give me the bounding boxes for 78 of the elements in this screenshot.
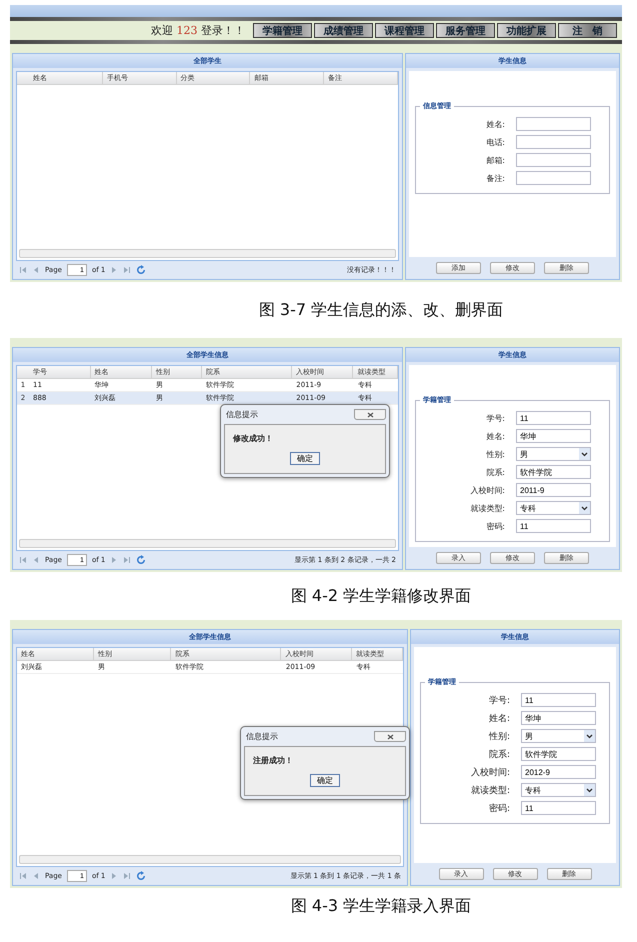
nav-button[interactable]: 服务管理 — [436, 23, 495, 38]
next-page-icon[interactable] — [110, 266, 118, 274]
field-label: 姓名: — [488, 712, 511, 724]
input-field[interactable]: 11 — [516, 519, 591, 533]
ok-button[interactable]: 确定 — [310, 774, 340, 787]
field-label: 姓名: — [485, 430, 506, 442]
chevron-down-icon — [579, 502, 590, 514]
field-label: 邮箱: — [485, 154, 506, 166]
first-page-icon[interactable] — [19, 266, 27, 274]
chevron-down-icon — [584, 784, 595, 796]
dialog-message: 修改成功！ — [233, 433, 274, 444]
next-page-icon[interactable] — [110, 872, 118, 880]
nav-button[interactable]: 注 销 — [558, 23, 617, 38]
ok-button[interactable]: 确定 — [290, 452, 320, 465]
last-page-icon[interactable] — [123, 556, 132, 564]
input-field[interactable]: 11 — [516, 411, 591, 425]
field-label: 学号: — [488, 694, 511, 706]
nav-button[interactable]: 课程管理 — [375, 23, 434, 38]
chevron-down-icon — [584, 730, 595, 742]
refresh-icon[interactable] — [136, 555, 146, 565]
horizontal-scrollbar[interactable] — [19, 249, 396, 258]
chevron-down-icon — [579, 448, 590, 460]
close-button[interactable] — [354, 409, 386, 420]
dialog-message: 注册成功！ — [253, 755, 294, 766]
close-icon — [366, 412, 374, 418]
field-label: 备注: — [485, 172, 506, 184]
welcome-text: 欢迎 123 登录！！ — [151, 23, 245, 38]
previous-page-icon[interactable] — [32, 556, 40, 564]
input-field[interactable]: 华坤 — [521, 711, 596, 725]
horizontal-scrollbar[interactable] — [19, 539, 396, 548]
field-label: 入校时间: — [469, 484, 506, 496]
field-label: 性别: — [488, 730, 511, 742]
figure-caption: 图 3-7 学生信息的添、改、删界面 — [258, 298, 504, 320]
figure-caption: 图 4-2 学生学籍修改界面 — [290, 584, 472, 606]
dialog-title: 信息提示 — [225, 409, 258, 420]
input-field[interactable] — [516, 171, 591, 185]
field-label: 院系: — [488, 748, 511, 760]
select-field[interactable]: 男 — [516, 447, 591, 461]
next-page-icon[interactable] — [110, 556, 118, 564]
field-label: 密码: — [485, 520, 506, 532]
field-label: 学号: — [485, 412, 506, 424]
field-label: 院系: — [485, 466, 506, 478]
select-field[interactable]: 专科 — [521, 783, 596, 797]
close-icon — [386, 734, 394, 740]
refresh-icon[interactable] — [136, 871, 146, 881]
field-label: 入校时间: — [470, 766, 511, 778]
field-label: 就读类型: — [469, 502, 506, 514]
select-field[interactable]: 男 — [521, 729, 596, 743]
input-field[interactable]: 华坤 — [516, 429, 591, 443]
last-page-icon[interactable] — [123, 872, 132, 880]
input-field[interactable]: 2012-9 — [521, 765, 596, 779]
horizontal-scrollbar[interactable] — [19, 855, 401, 864]
field-label: 密码: — [488, 802, 511, 814]
refresh-icon[interactable] — [136, 265, 146, 275]
input-field[interactable]: 软件学院 — [516, 465, 591, 479]
previous-page-icon[interactable] — [32, 872, 40, 880]
dialog-title: 信息提示 — [245, 731, 278, 742]
field-label: 姓名: — [485, 118, 506, 130]
input-field[interactable]: 11 — [521, 801, 596, 815]
input-field[interactable] — [516, 135, 591, 149]
input-field[interactable]: 11 — [521, 693, 596, 707]
select-field[interactable]: 专科 — [516, 501, 591, 515]
input-field[interactable] — [516, 117, 591, 131]
previous-page-icon[interactable] — [32, 266, 40, 274]
figure-caption: 图 4-3 学生学籍录入界面 — [290, 894, 472, 916]
field-label: 就读类型: — [470, 784, 511, 796]
first-page-icon[interactable] — [19, 872, 27, 880]
nav-button[interactable]: 成绩管理 — [314, 23, 373, 38]
close-button[interactable] — [374, 731, 406, 742]
nav-button[interactable]: 功能扩展 — [497, 23, 556, 38]
first-page-icon[interactable] — [19, 556, 27, 564]
field-label: 电话: — [485, 136, 506, 148]
nav-button[interactable]: 学籍管理 — [253, 23, 312, 38]
field-label: 性别: — [485, 448, 506, 460]
input-field[interactable] — [516, 153, 591, 167]
input-field[interactable]: 软件学院 — [521, 747, 596, 761]
input-field[interactable]: 2011-9 — [516, 483, 591, 497]
last-page-icon[interactable] — [123, 266, 132, 274]
